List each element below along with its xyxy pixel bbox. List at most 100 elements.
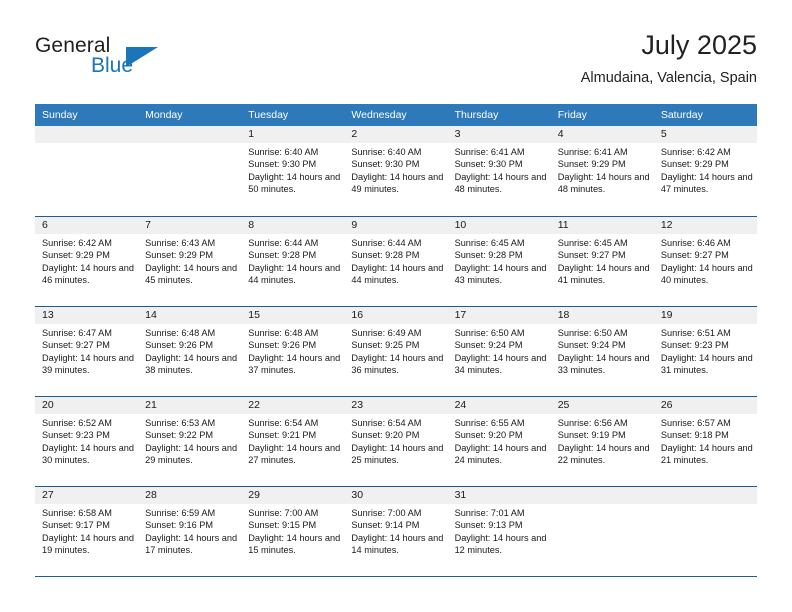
day-number-band xyxy=(653,487,757,504)
daylight-text: Daylight: 14 hours and 27 minutes. xyxy=(248,442,341,466)
sunset-text: Sunset: 9:13 PM xyxy=(454,520,523,531)
day-number-band xyxy=(550,487,654,504)
day-number-band: 21 xyxy=(138,397,242,414)
day-number: 13 xyxy=(42,309,54,321)
weekday-header-monday: Monday xyxy=(145,109,183,121)
calendar-day-cell[interactable]: 9 Sunrise: 6:44 AM Sunset: 9:28 PM Daylight… xyxy=(344,217,448,306)
calendar-day-cell[interactable]: 30 Sunrise: 7:00 AM Sunset: 9:14 PM Dayligh… xyxy=(344,487,448,576)
sunrise-text: Sunrise: 6:41 AM xyxy=(454,147,525,157)
daylight-text: Daylight: 14 hours and 29 minutes. xyxy=(145,442,238,466)
sunset-text: Sunset: 9:30 PM xyxy=(351,159,420,170)
sunrise-text: Sunrise: 6:55 AM xyxy=(454,418,525,428)
weekday-header-row: Sunday Monday Tuesday Wednesday Thursday Frid… xyxy=(35,104,757,126)
day-details: Sunrise: 6:40 AM Sunset: 9:30 PM Daylight:… xyxy=(344,143,447,196)
day-details: Sunrise: 6:52 AM Sunset: 9:23 PM Daylight:… xyxy=(35,414,138,467)
sunrise-text: Sunrise: 6:54 AM xyxy=(351,418,422,428)
general-blue-logo[interactable]: General Blue xyxy=(35,34,225,88)
calendar-day-cell[interactable]: 5 Sunrise: 6:42 AM Sunset: 9:29 PM Daylight… xyxy=(653,126,757,216)
day-number: 7 xyxy=(145,219,151,231)
sunset-text: Sunset: 9:17 PM xyxy=(42,520,110,531)
sunset-text: Sunset: 9:30 PM xyxy=(454,159,523,170)
calendar-day-cell[interactable]: 3 Sunrise: 6:41 AM Sunset: 9:30 PM Daylight… xyxy=(447,126,551,216)
calendar-day-cell[interactable]: 8 Sunrise: 6:44 AM Sunset: 9:28 PM Daylight… xyxy=(241,217,345,306)
calendar-day-cell[interactable]: 4 Sunrise: 6:41 AM Sunset: 9:29 PM Daylight… xyxy=(550,126,654,216)
calendar-day-cell[interactable]: 16 Sunrise: 6:49 AM Sunset: 9:25 PM Dayligh… xyxy=(344,307,448,396)
calendar-day-cell[interactable]: 10 Sunrise: 6:45 AM Sunset: 9:28 PM Dayligh… xyxy=(447,217,551,306)
calendar-day-cell[interactable]: 28 Sunrise: 6:59 AM Sunset: 9:16 PM Dayligh… xyxy=(138,487,242,576)
sunrise-text: Sunrise: 6:53 AM xyxy=(145,418,216,428)
calendar-day-cell[interactable]: 17 Sunrise: 6:50 AM Sunset: 9:24 PM Dayligh… xyxy=(447,307,551,396)
calendar-day-cell[interactable]: 18 Sunrise: 6:50 AM Sunset: 9:24 PM Dayligh… xyxy=(550,307,654,396)
weekday-header-friday: Friday xyxy=(557,109,587,121)
sunrise-text: Sunrise: 6:42 AM xyxy=(660,147,731,157)
sunrise-text: Sunrise: 6:56 AM xyxy=(557,418,628,428)
sunrise-text: Sunrise: 6:42 AM xyxy=(42,238,112,248)
day-number-band: 19 xyxy=(653,307,757,324)
day-number: 2 xyxy=(351,128,358,140)
calendar-day-cell[interactable]: 14 Sunrise: 6:48 AM Sunset: 9:26 PM Dayligh… xyxy=(138,307,242,396)
calendar-day-cell[interactable]: 29 Sunrise: 7:00 AM Sunset: 9:15 PM Dayligh… xyxy=(241,487,345,576)
day-number: 1 xyxy=(248,128,255,140)
calendar-day-cell[interactable]: 12 Sunrise: 6:46 AM Sunset: 9:27 PM Dayligh… xyxy=(653,217,757,306)
daylight-text: Daylight: 14 hours and 38 minutes. xyxy=(145,352,238,376)
sunrise-text: Sunrise: 6:57 AM xyxy=(660,418,731,428)
day-number-band: 9 xyxy=(344,217,448,234)
calendar-day-cell[interactable]: 21 Sunrise: 6:53 AM Sunset: 9:22 PM Dayligh… xyxy=(138,397,242,486)
sunset-text: Sunset: 9:18 PM xyxy=(660,430,729,441)
day-number-band: 29 xyxy=(241,487,345,504)
weekday-header-sunday: Sunday xyxy=(42,109,78,121)
sunrise-text: Sunrise: 6:50 AM xyxy=(557,328,628,338)
sunset-text: Sunset: 9:14 PM xyxy=(351,520,420,531)
daylight-text: Daylight: 14 hours and 14 minutes. xyxy=(351,532,444,556)
calendar-day-cell[interactable]: 26 Sunrise: 6:57 AM Sunset: 9:18 PM Dayligh… xyxy=(653,397,757,486)
calendar-day-cell[interactable]: 22 Sunrise: 6:54 AM Sunset: 9:21 PM Dayligh… xyxy=(241,397,345,486)
calendar-day-cell[interactable]: 11 Sunrise: 6:45 AM Sunset: 9:27 PM Dayligh… xyxy=(550,217,654,306)
daylight-text: Daylight: 14 hours and 25 minutes. xyxy=(351,442,444,466)
sunset-text: Sunset: 9:27 PM xyxy=(42,340,110,351)
sunset-text: Sunset: 9:29 PM xyxy=(42,250,110,261)
weekday-header-thursday: Thursday xyxy=(454,109,499,121)
calendar-week-row: 1 Sunrise: 6:40 AM Sunset: 9:30 PM Daylight… xyxy=(35,126,757,216)
calendar-day-cell[interactable]: 6 Sunrise: 6:42 AM Sunset: 9:29 PM Daylight… xyxy=(35,217,139,306)
calendar-day-cell[interactable]: 19 Sunrise: 6:51 AM Sunset: 9:23 PM Dayligh… xyxy=(653,307,757,396)
daylight-text: Daylight: 14 hours and 12 minutes. xyxy=(454,532,547,556)
day-number-band: 30 xyxy=(344,487,448,504)
day-number: 28 xyxy=(145,489,157,501)
calendar-day-cell[interactable]: 20 Sunrise: 6:52 AM Sunset: 9:23 PM Dayligh… xyxy=(35,397,139,486)
sunset-text: Sunset: 9:29 PM xyxy=(557,159,626,170)
daylight-text: Daylight: 14 hours and 30 minutes. xyxy=(42,442,134,466)
day-details: Sunrise: 7:00 AM Sunset: 9:14 PM Daylight:… xyxy=(344,504,447,557)
calendar-day-cell-empty xyxy=(550,487,654,576)
calendar-day-cell[interactable]: 7 Sunrise: 6:43 AM Sunset: 9:29 PM Daylight… xyxy=(138,217,242,306)
calendar-day-cell[interactable]: 27 Sunrise: 6:58 AM Sunset: 9:17 PM Dayligh… xyxy=(35,487,139,576)
day-number: 30 xyxy=(351,489,364,501)
day-number: 4 xyxy=(557,128,564,140)
day-number-band: 12 xyxy=(653,217,757,234)
calendar-day-cell[interactable]: 15 Sunrise: 6:48 AM Sunset: 9:26 PM Dayligh… xyxy=(241,307,345,396)
day-details: Sunrise: 6:46 AM Sunset: 9:27 PM Daylight:… xyxy=(654,234,757,287)
sunrise-text: Sunrise: 6:45 AM xyxy=(454,238,525,248)
sunrise-text: Sunrise: 6:44 AM xyxy=(248,238,319,248)
day-details: Sunrise: 6:50 AM Sunset: 9:24 PM Daylight:… xyxy=(551,324,654,377)
sunrise-text: Sunrise: 6:45 AM xyxy=(557,238,628,248)
day-details: Sunrise: 6:59 AM Sunset: 9:16 PM Daylight:… xyxy=(138,504,241,557)
calendar-day-cell[interactable]: 1 Sunrise: 6:40 AM Sunset: 9:30 PM Daylight… xyxy=(241,126,345,216)
day-number-band: 11 xyxy=(550,217,654,234)
calendar-day-cell[interactable]: 13 Sunrise: 6:47 AM Sunset: 9:27 PM Dayligh… xyxy=(35,307,139,396)
calendar-day-cell[interactable]: 2 Sunrise: 6:40 AM Sunset: 9:30 PM Daylight… xyxy=(344,126,448,216)
day-number-band: 1 xyxy=(241,126,345,143)
daylight-text: Daylight: 14 hours and 36 minutes. xyxy=(351,352,444,376)
sunrise-text: Sunrise: 6:52 AM xyxy=(42,418,112,428)
calendar-day-cell[interactable]: 24 Sunrise: 6:55 AM Sunset: 9:20 PM Dayligh… xyxy=(447,397,551,486)
calendar-day-cell[interactable]: 23 Sunrise: 6:54 AM Sunset: 9:20 PM Dayligh… xyxy=(344,397,448,486)
sunrise-text: Sunrise: 6:40 AM xyxy=(248,147,319,157)
daylight-text: Daylight: 14 hours and 48 minutes. xyxy=(454,171,547,195)
sunrise-text: Sunrise: 7:00 AM xyxy=(248,508,319,518)
sunrise-text: Sunrise: 6:48 AM xyxy=(145,328,216,338)
calendar-day-cell[interactable]: 31 Sunrise: 7:01 AM Sunset: 9:13 PM Dayligh… xyxy=(447,487,551,576)
calendar-day-cell[interactable]: 25 Sunrise: 6:56 AM Sunset: 9:19 PM Dayligh… xyxy=(550,397,654,486)
daylight-text: Daylight: 14 hours and 46 minutes. xyxy=(42,262,134,286)
calendar-grid: Sunday Monday Tuesday Wednesday Thursday Frid… xyxy=(35,104,757,577)
sunset-text: Sunset: 9:21 PM xyxy=(248,430,317,441)
calendar-week-row: 6 Sunrise: 6:42 AM Sunset: 9:29 PM Daylight… xyxy=(35,216,757,306)
